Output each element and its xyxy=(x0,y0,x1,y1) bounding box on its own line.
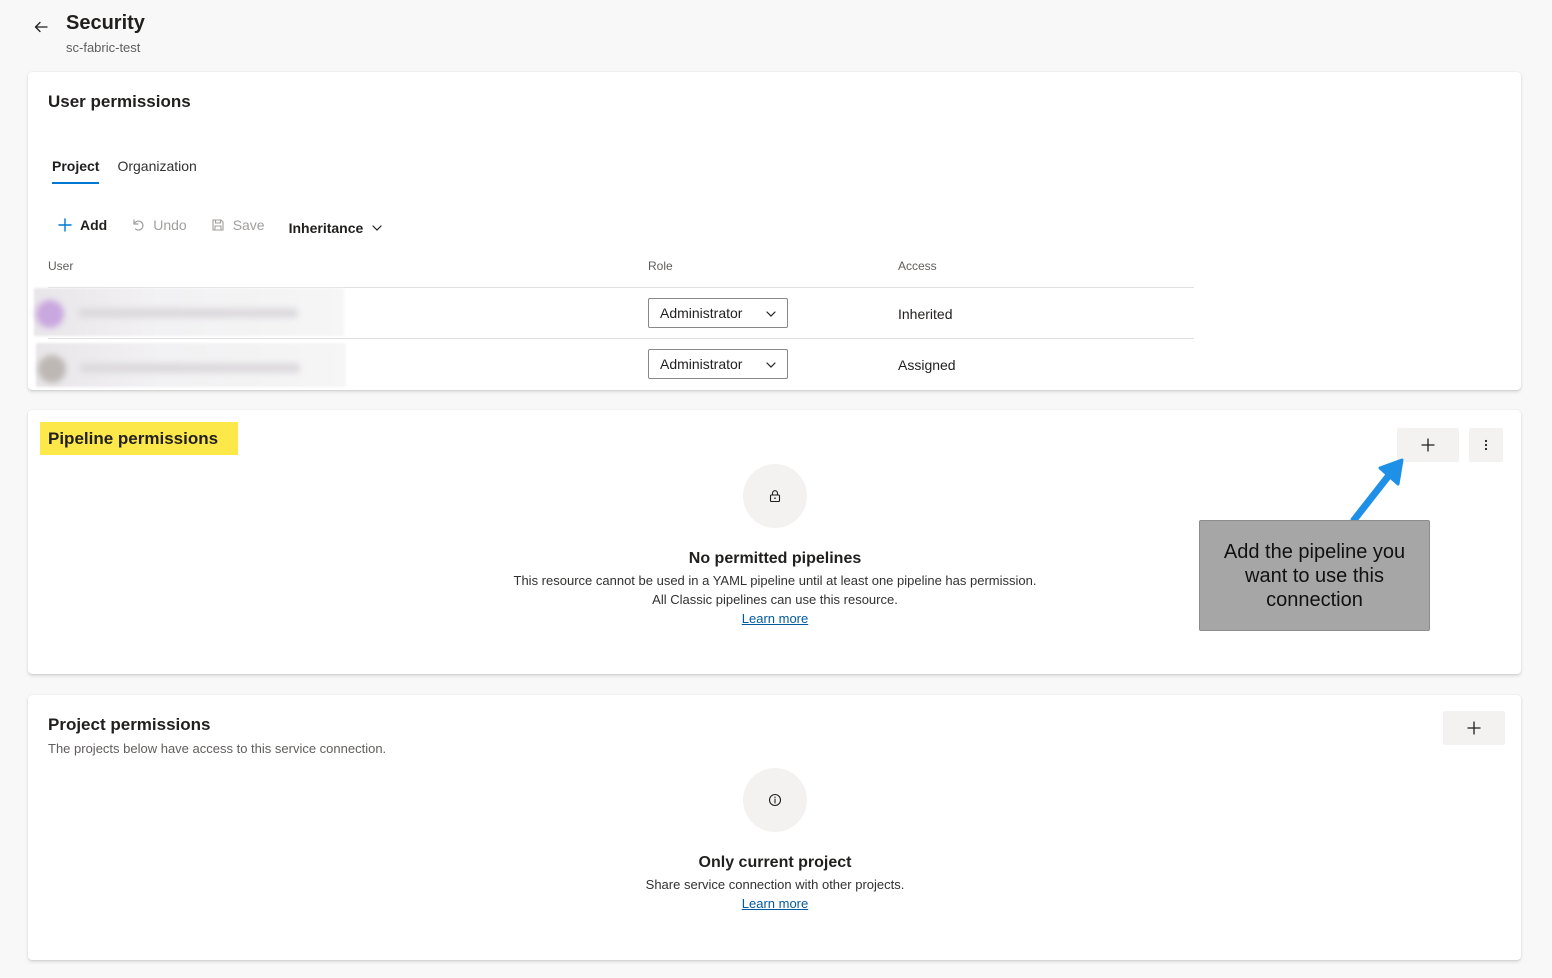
learn-more-link[interactable]: Learn more xyxy=(742,611,808,626)
role-value: Administrator xyxy=(660,356,743,372)
table-row: Administrator Assigned xyxy=(36,339,1194,390)
more-vertical-icon xyxy=(1484,439,1488,451)
plus-icon xyxy=(1421,438,1435,452)
undo-label: Undo xyxy=(153,217,187,233)
pipeline-permissions-title: Pipeline permissions xyxy=(40,422,239,455)
user-table-header: User Role Access xyxy=(48,258,1194,288)
add-user-button[interactable]: Add xyxy=(58,217,107,233)
user-permissions-card: User permissions Project Organization Ad… xyxy=(28,72,1521,390)
learn-more-link[interactable]: Learn more xyxy=(742,896,808,911)
annotation-callout: Add the pipeline you want to use this co… xyxy=(1199,520,1430,631)
plus-icon xyxy=(1467,721,1481,735)
save-icon xyxy=(211,218,225,232)
column-header-user: User xyxy=(48,259,74,273)
avatar xyxy=(36,300,64,328)
lock-icon-container xyxy=(743,464,807,528)
user-cell-redacted xyxy=(36,343,346,387)
column-header-access: Access xyxy=(898,259,937,273)
column-header-role: Role xyxy=(648,259,673,273)
pipeline-empty-state: No permitted pipelines This resource can… xyxy=(475,464,1075,664)
inheritance-label: Inheritance xyxy=(288,220,364,236)
annotation-arrow-icon xyxy=(1350,458,1404,524)
info-icon-container xyxy=(743,768,807,832)
undo-button[interactable]: Undo xyxy=(131,217,187,233)
empty-state-title: Only current project xyxy=(698,854,852,871)
empty-state-title: No permitted pipelines xyxy=(688,550,862,567)
save-button[interactable]: Save xyxy=(211,217,265,233)
learn-more-container: Learn more xyxy=(475,896,1075,911)
tab-organization[interactable]: Organization xyxy=(117,154,196,184)
tab-project[interactable]: Project xyxy=(52,154,100,184)
plus-icon xyxy=(58,218,72,232)
role-dropdown[interactable]: Administrator xyxy=(648,349,788,379)
page-header: Security sc-fabric-test xyxy=(28,10,628,60)
chevron-down-icon xyxy=(765,358,777,374)
page-title: Security xyxy=(66,12,145,34)
access-value: Inherited xyxy=(898,306,953,322)
arrow-left-icon xyxy=(34,21,48,33)
learn-more-container: Learn more xyxy=(475,611,1075,626)
project-empty-state: Only current project Share service conne… xyxy=(475,768,1075,968)
role-dropdown[interactable]: Administrator xyxy=(648,298,788,328)
chevron-down-icon xyxy=(765,307,777,323)
lock-icon xyxy=(769,490,781,503)
add-project-button[interactable] xyxy=(1443,711,1505,745)
user-name-redacted xyxy=(78,308,298,318)
save-label: Save xyxy=(232,217,265,233)
project-permissions-title: Project permissions xyxy=(48,715,211,734)
chevron-down-icon xyxy=(371,222,383,234)
add-label: Add xyxy=(80,217,108,233)
user-name-redacted xyxy=(80,363,300,373)
user-permissions-toolbar: Add Undo Save Inheritance xyxy=(58,212,383,238)
undo-icon xyxy=(131,218,145,232)
empty-state-description: All Classic pipelines can use this resou… xyxy=(652,592,898,607)
project-permissions-card: Project permissions The projects below h… xyxy=(28,695,1521,960)
more-options-button[interactable] xyxy=(1469,428,1503,462)
empty-state-description: Share service connection with other proj… xyxy=(645,877,905,892)
inheritance-dropdown[interactable]: Inheritance xyxy=(289,220,384,236)
project-permissions-subtitle: The projects below have access to this s… xyxy=(48,741,387,756)
empty-state-description: This resource cannot be used in a YAML p… xyxy=(513,573,1037,588)
page-subtitle: sc-fabric-test xyxy=(66,40,141,55)
avatar xyxy=(38,355,66,383)
user-cell-redacted xyxy=(34,288,344,336)
annotation-text: Add the pipeline you want to use this co… xyxy=(1223,540,1406,611)
role-value: Administrator xyxy=(660,305,743,321)
back-button[interactable] xyxy=(28,14,54,40)
user-permissions-title: User permissions xyxy=(48,92,191,111)
info-icon xyxy=(768,793,782,807)
permission-scope-tabs: Project Organization xyxy=(52,154,197,184)
access-value: Assigned xyxy=(898,357,956,373)
table-row: Administrator Inherited xyxy=(34,288,1194,339)
